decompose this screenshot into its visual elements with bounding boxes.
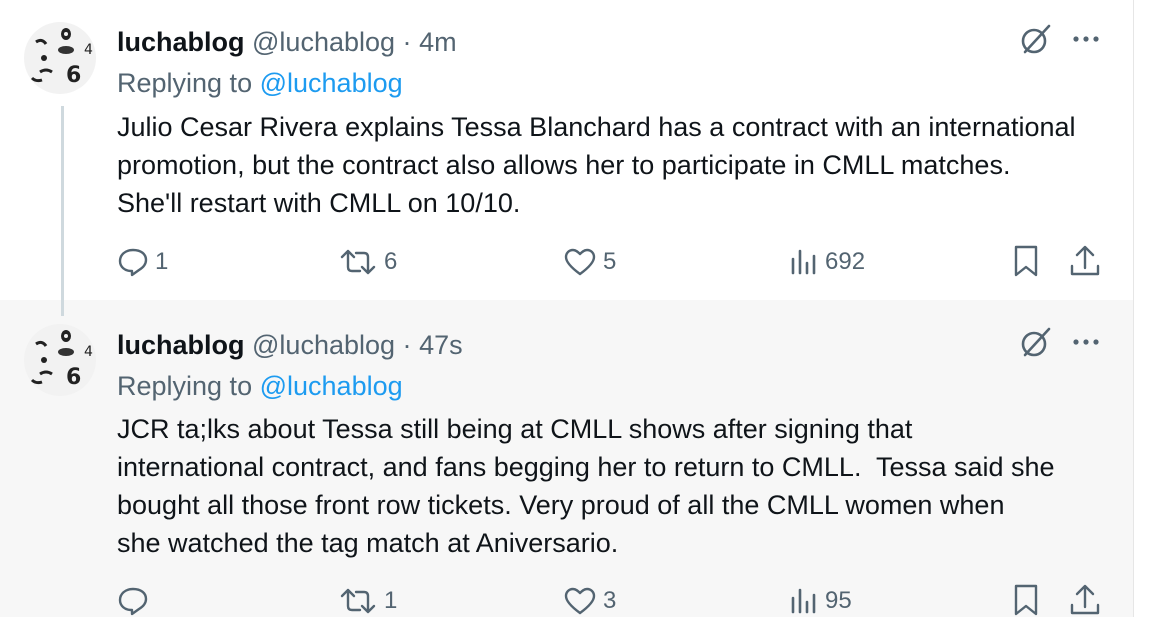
svg-text:6: 6 xyxy=(66,365,81,390)
replying-to: Replying to @luchablog xyxy=(117,65,403,101)
like-button[interactable]: 5 xyxy=(563,244,616,280)
views-icon xyxy=(791,588,816,614)
timestamp[interactable]: 47s xyxy=(419,330,463,360)
thread-connector-line xyxy=(61,106,64,316)
user-handle[interactable]: @luchablog xyxy=(252,330,395,360)
like-icon xyxy=(564,248,596,276)
repost-count: 1 xyxy=(384,587,398,614)
grok-icon[interactable] xyxy=(1019,325,1053,359)
separator-dot: · xyxy=(402,27,412,57)
repost-button[interactable]: 6 xyxy=(338,244,397,280)
avatar-image: 6 4 xyxy=(24,324,96,396)
timestamp[interactable]: 4m xyxy=(419,27,457,57)
page-edge-panel xyxy=(1133,0,1169,617)
replying-to: Replying to @luchablog xyxy=(117,368,403,404)
tweet-header: luchablog @luchablog · 4m xyxy=(117,24,457,60)
tweet-top-actions xyxy=(1015,22,1105,58)
like-icon xyxy=(564,587,596,615)
svg-text:6: 6 xyxy=(66,63,81,88)
display-name[interactable]: luchablog xyxy=(117,330,245,360)
views-count: 95 xyxy=(825,587,852,614)
tweet-text: Julio Cesar Rivera explains Tessa Blanch… xyxy=(117,112,1076,218)
views-count: 692 xyxy=(825,248,866,275)
reply-count: 1 xyxy=(155,248,169,275)
replying-to-mention[interactable]: @luchablog xyxy=(260,68,403,98)
replying-to-label: Replying to xyxy=(117,68,253,98)
repost-icon xyxy=(340,249,376,275)
timeline: 6 4 luchablog @luchablog · 4m Replying t xyxy=(0,0,1133,617)
views-button[interactable]: 95 xyxy=(789,583,852,619)
tweet-top-actions xyxy=(1015,325,1105,361)
more-icon[interactable] xyxy=(1071,325,1101,359)
avatar-image: 6 4 xyxy=(24,22,96,94)
views-button[interactable]: 692 xyxy=(789,244,865,280)
grok-icon[interactable] xyxy=(1019,22,1053,56)
replying-to-label: Replying to xyxy=(117,371,253,401)
reply-icon xyxy=(118,248,148,277)
reply-button[interactable] xyxy=(117,583,155,619)
avatar[interactable]: 6 4 xyxy=(22,20,98,96)
like-count: 5 xyxy=(603,248,617,275)
bookmark-icon[interactable] xyxy=(1012,583,1040,617)
replying-to-mention[interactable]: @luchablog xyxy=(260,371,403,401)
like-button[interactable]: 3 xyxy=(563,583,616,619)
bookmark-icon[interactable] xyxy=(1012,244,1040,278)
svg-text:4: 4 xyxy=(84,42,93,58)
avatar[interactable]: 6 4 xyxy=(22,322,98,398)
more-icon[interactable] xyxy=(1071,22,1101,56)
display-name[interactable]: luchablog xyxy=(117,27,245,57)
share-icon[interactable] xyxy=(1068,244,1102,278)
user-handle[interactable]: @luchablog xyxy=(252,27,395,57)
repost-count: 6 xyxy=(384,248,398,275)
tweet-text: JCR ta;lks about Tessa still being at CM… xyxy=(117,414,1055,558)
reply-icon xyxy=(118,587,148,616)
repost-button[interactable]: 1 xyxy=(338,583,397,619)
like-count: 3 xyxy=(603,587,617,614)
views-icon xyxy=(791,249,816,275)
tweet-header: luchablog @luchablog · 47s xyxy=(117,327,463,363)
reply-button[interactable]: 1 xyxy=(117,244,168,280)
share-icon[interactable] xyxy=(1068,583,1102,617)
repost-icon xyxy=(340,588,376,614)
svg-text:4: 4 xyxy=(84,344,93,360)
separator-dot: · xyxy=(402,330,412,360)
